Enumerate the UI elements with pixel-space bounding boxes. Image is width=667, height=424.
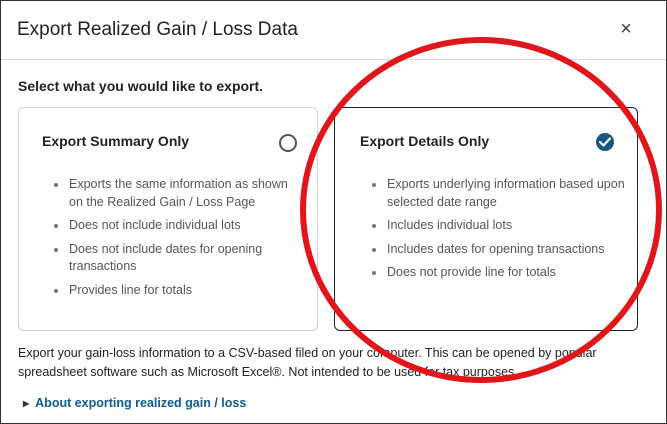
about-export-link[interactable]: ▶ About exporting realized gain / loss xyxy=(23,396,246,410)
close-icon: × xyxy=(620,18,632,40)
option-title-summary: Export Summary Only xyxy=(42,133,190,149)
dialog-title: Export Realized Gain / Loss Data xyxy=(17,19,298,40)
checkmark-circle-icon[interactable] xyxy=(596,133,614,151)
list-item: Does not provide line for totals xyxy=(372,264,627,282)
list-item: Does not include dates for opening trans… xyxy=(54,241,299,276)
about-export-link-label: About exporting realized gain / loss xyxy=(35,396,247,410)
option-card-summary[interactable]: Export Summary Only Exports the same inf… xyxy=(18,107,318,331)
dialog-header: Export Realized Gain / Loss Data × xyxy=(1,1,666,59)
list-item: Provides line for totals xyxy=(54,282,299,300)
export-description: Export your gain-loss information to a C… xyxy=(18,346,597,379)
list-item: Exports underlying information based upo… xyxy=(372,176,627,211)
radio-empty-icon[interactable] xyxy=(279,134,297,152)
list-item: Exports the same information as shown on… xyxy=(54,176,299,211)
export-dialog: Export Realized Gain / Loss Data × Selec… xyxy=(0,0,667,424)
summary-bullet-list: Exports the same information as shown on… xyxy=(52,176,299,305)
header-divider xyxy=(1,59,666,60)
list-item: Includes dates for opening transactions xyxy=(372,241,627,259)
export-prompt: Select what you would like to export. xyxy=(18,78,264,94)
list-item: Includes individual lots xyxy=(372,217,627,235)
option-title-details: Export Details Only xyxy=(360,133,490,149)
close-button[interactable]: × xyxy=(617,18,635,40)
list-item: Does not include individual lots xyxy=(54,217,299,235)
option-card-details[interactable]: Export Details Only Exports underlying i… xyxy=(334,107,638,331)
triangle-right-icon: ▶ xyxy=(23,398,30,408)
details-bullet-list: Exports underlying information based upo… xyxy=(370,176,627,288)
